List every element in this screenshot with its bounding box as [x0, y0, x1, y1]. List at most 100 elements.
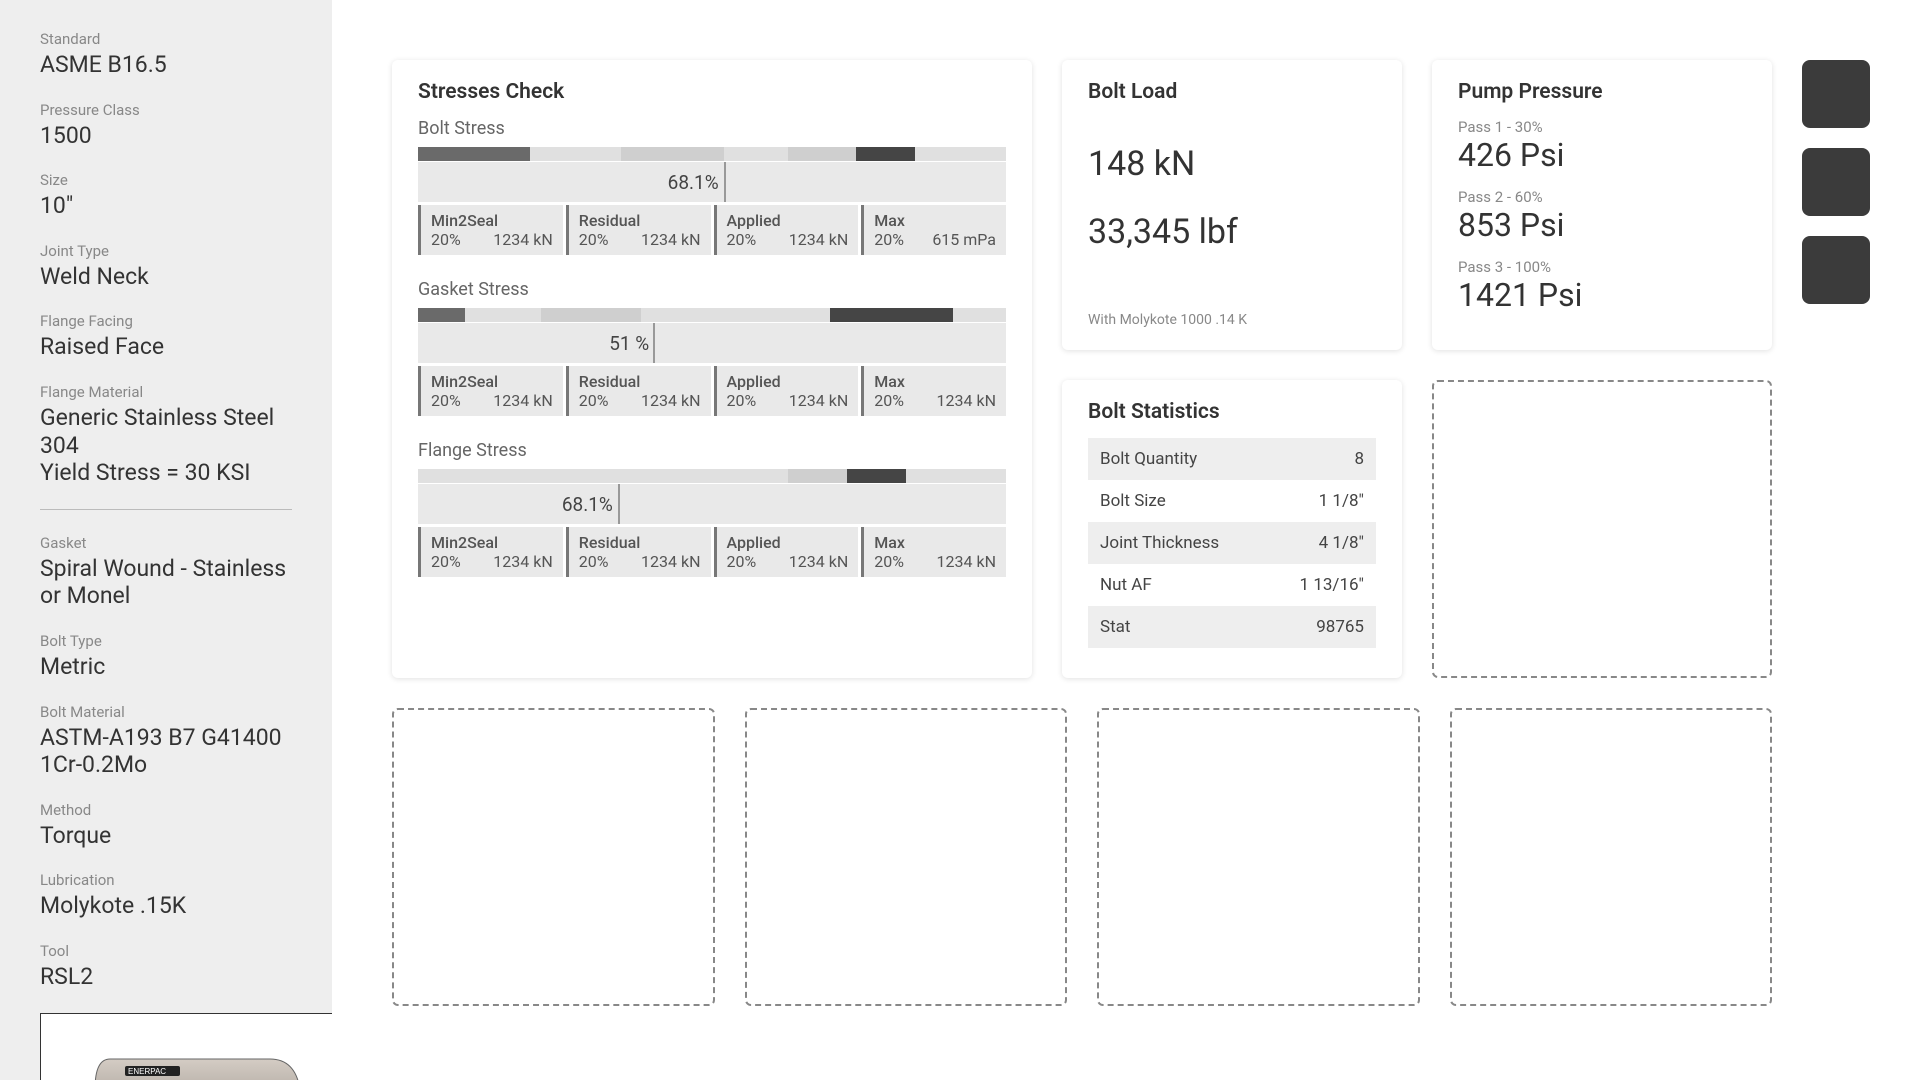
label-size: Size	[40, 171, 292, 189]
action-button-1[interactable]	[1802, 60, 1870, 128]
label-method: Method	[40, 801, 292, 819]
card-grid: Stresses Check Bolt Stress 68.1% Min2Seal2…	[392, 60, 1772, 1050]
stress-label: Bolt Stress	[418, 118, 1006, 139]
main: Stresses Check Bolt Stress 68.1% Min2Seal2…	[332, 0, 1920, 1080]
stress-indicator-bar: 51 %	[418, 323, 1006, 363]
label-bolt-type: Bolt Type	[40, 632, 292, 650]
bolt-stats-table: Bolt Quantity8Bolt Size1 1/8"Joint Thick…	[1088, 438, 1376, 648]
stress-percent: 51 %	[609, 332, 649, 355]
stress-percent: 68.1%	[562, 493, 613, 516]
field-gasket: Gasket Spiral Wound - Stainless or Monel	[40, 534, 292, 610]
value-tool: RSL2	[40, 963, 292, 991]
value-flange-material-2: Yield Stress = 30 KSI	[40, 459, 292, 487]
label-pressure-class: Pressure Class	[40, 101, 292, 119]
placeholder-card	[1450, 708, 1773, 1006]
stresses-card: Stresses Check Bolt Stress 68.1% Min2Seal2…	[392, 60, 1032, 678]
placeholder-card	[392, 708, 715, 1006]
stress-indicator-bar: 68.1%	[418, 162, 1006, 202]
stress-indicator-bar: 68.1%	[418, 484, 1006, 524]
stresses-title: Stresses Check	[418, 80, 1006, 104]
sidebar: Standard ASME B16.5 Pressure Class 1500 …	[0, 0, 332, 1080]
label-tool: Tool	[40, 942, 292, 960]
bolt-load-lbf: 33,345 lbf	[1088, 212, 1376, 252]
field-bolt-type: Bolt Type Metric	[40, 632, 292, 681]
label-joint-type: Joint Type	[40, 242, 292, 260]
placeholder-card	[1432, 380, 1772, 678]
svg-text:ENERPAC: ENERPAC	[128, 1067, 166, 1076]
value-bolt-type: Metric	[40, 653, 292, 681]
stress-cell: Applied20%1234 kN	[714, 527, 859, 577]
stress-range-bar	[418, 469, 1006, 483]
bolt-stats-card: Bolt Statistics Bolt Quantity8Bolt Size1…	[1062, 380, 1402, 678]
stress-block: Bolt Stress 68.1% Min2Seal20%1234 kNResidu…	[418, 118, 1006, 255]
stress-block: Flange Stress 68.1% Min2Seal20%1234 kNResi…	[418, 440, 1006, 577]
placeholder-card	[745, 708, 1068, 1006]
value-size: 10"	[40, 192, 292, 220]
value-lubrication: Molykote .15K	[40, 892, 292, 920]
label-flange-material: Flange Material	[40, 383, 292, 401]
stress-cell: Max20%1234 kN	[861, 366, 1006, 416]
torque-wrench-icon: ENERPAC	[70, 1034, 330, 1080]
label-lubrication: Lubrication	[40, 871, 292, 889]
pump-pass: Pass 3 - 100%1421 Psi	[1458, 258, 1746, 314]
bottom-row	[392, 708, 1772, 1006]
table-row: Joint Thickness4 1/8"	[1088, 522, 1376, 564]
pump-pass-value: 853 Psi	[1458, 206, 1746, 244]
value-pressure-class: 1500	[40, 122, 292, 150]
stress-cell: Applied20%1234 kN	[714, 205, 859, 255]
field-tool: Tool RSL2	[40, 942, 292, 991]
pump-pressure-title: Pump Pressure	[1458, 80, 1746, 104]
value-flange-material-1: Generic Stainless Steel 304	[40, 404, 292, 459]
table-row: Nut AF1 13/16"	[1088, 564, 1376, 606]
value-flange-facing: Raised Face	[40, 333, 292, 361]
stress-cells: Min2Seal20%1234 kNResidual20%1234 kNAppl…	[418, 527, 1006, 577]
value-bolt-material: ASTM-A193 B7 G41400 1Cr-0.2Mo	[40, 724, 292, 779]
bolt-stats-title: Bolt Statistics	[1088, 400, 1376, 424]
field-pressure-class: Pressure Class 1500	[40, 101, 292, 150]
action-button-2[interactable]	[1802, 148, 1870, 216]
bolt-load-card: Bolt Load 148 kN 33,345 lbf With Molykot…	[1062, 60, 1402, 350]
pump-pass-label: Pass 2 - 60%	[1458, 188, 1746, 206]
pump-pressure-card: Pump Pressure Pass 1 - 30%426 Psi Pass 2 …	[1432, 60, 1772, 350]
field-standard: Standard ASME B16.5	[40, 30, 292, 79]
pump-pass-label: Pass 1 - 30%	[1458, 118, 1746, 136]
right-buttons	[1802, 60, 1870, 1050]
stress-range-bar	[418, 308, 1006, 322]
stress-range-bar	[418, 147, 1006, 161]
label-bolt-material: Bolt Material	[40, 703, 292, 721]
stress-cell: Min2Seal20%1234 kN	[418, 527, 563, 577]
label-standard: Standard	[40, 30, 292, 48]
stress-label: Gasket Stress	[418, 279, 1006, 300]
table-row: Stat98765	[1088, 606, 1376, 648]
stress-cell: Applied20%1234 kN	[714, 366, 859, 416]
stress-cells: Min2Seal20%1234 kNResidual20%1234 kNAppl…	[418, 366, 1006, 416]
field-joint-type: Joint Type Weld Neck	[40, 242, 292, 291]
divider	[40, 509, 292, 510]
table-row: Bolt Size1 1/8"	[1088, 480, 1376, 522]
pump-pass: Pass 2 - 60%853 Psi	[1458, 188, 1746, 244]
bolt-load-note: With Molykote 1000 .14 K	[1088, 312, 1376, 328]
value-standard: ASME B16.5	[40, 51, 292, 79]
stress-cell: Max20%1234 kN	[861, 527, 1006, 577]
pump-pass-label: Pass 3 - 100%	[1458, 258, 1746, 276]
bolt-load-title: Bolt Load	[1088, 80, 1376, 104]
stress-percent: 68.1%	[668, 171, 719, 194]
field-method: Method Torque	[40, 801, 292, 850]
stress-label: Flange Stress	[418, 440, 1006, 461]
bolt-load-kn: 148 kN	[1088, 144, 1376, 184]
pump-pass-value: 426 Psi	[1458, 136, 1746, 174]
label-gasket: Gasket	[40, 534, 292, 552]
pump-pass-value: 1421 Psi	[1458, 276, 1746, 314]
value-joint-type: Weld Neck	[40, 263, 292, 291]
value-gasket: Spiral Wound - Stainless or Monel	[40, 555, 292, 610]
stress-cell: Residual20%1234 kN	[566, 366, 711, 416]
action-button-3[interactable]	[1802, 236, 1870, 304]
field-size: Size 10"	[40, 171, 292, 220]
stress-cell: Min2Seal20%1234 kN	[418, 205, 563, 255]
stress-cells: Min2Seal20%1234 kNResidual20%1234 kNAppl…	[418, 205, 1006, 255]
tool-image: ENERPAC	[40, 1013, 332, 1080]
field-flange-facing: Flange Facing Raised Face	[40, 312, 292, 361]
table-row: Bolt Quantity8	[1088, 438, 1376, 480]
field-bolt-material: Bolt Material ASTM-A193 B7 G41400 1Cr-0.…	[40, 703, 292, 779]
stress-block: Gasket Stress 51 % Min2Seal20%1234 kNResid…	[418, 279, 1006, 416]
